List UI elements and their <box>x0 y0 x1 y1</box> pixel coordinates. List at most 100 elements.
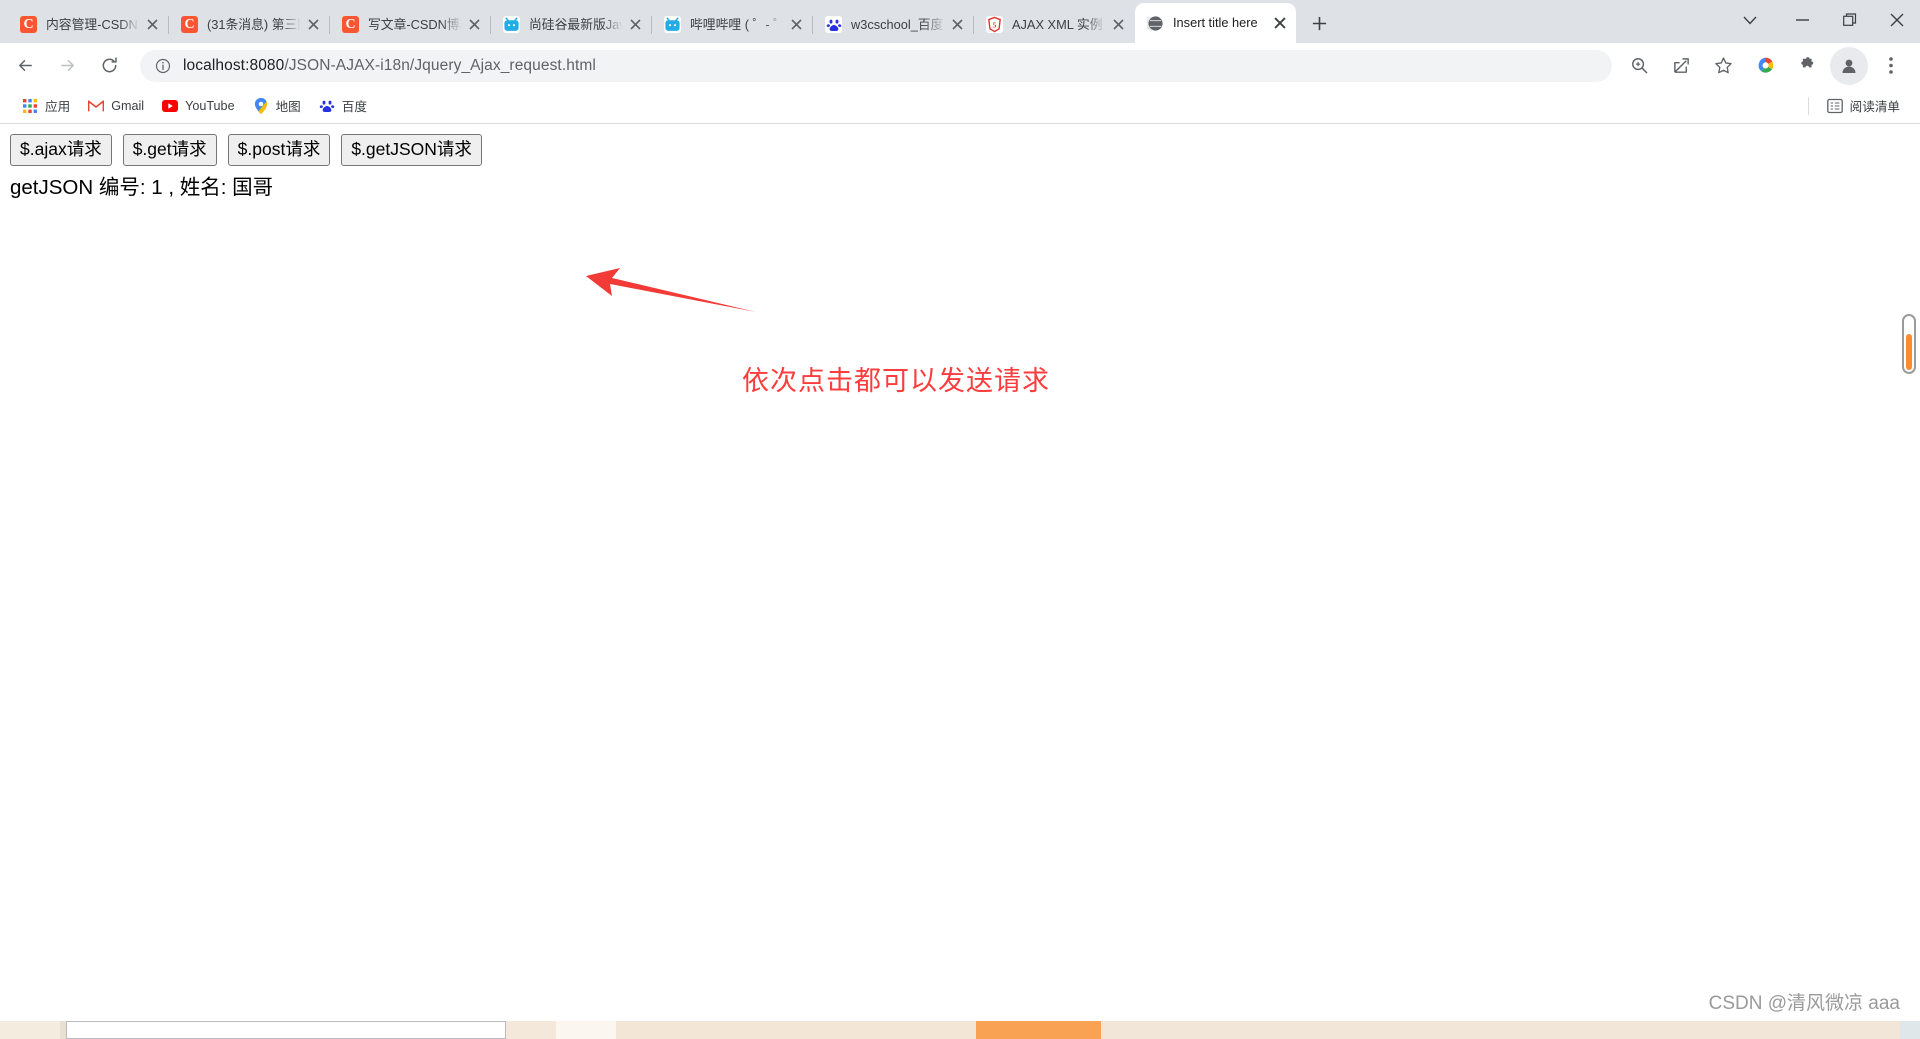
tab-close-icon[interactable] <box>947 14 968 35</box>
bookmark-label: 地图 <box>275 100 301 114</box>
restore-icon[interactable] <box>1826 0 1873 40</box>
tab-title: (31条消息) 第三阶段 <box>207 16 301 32</box>
tab-close-icon[interactable] <box>786 14 807 35</box>
bilibili-icon <box>503 16 520 33</box>
bookmarks-bar: 应用 Gmail YouTube 地图 百度 阅读清单 <box>0 88 1920 124</box>
post-request-button[interactable]: $.post请求 <box>227 134 331 166</box>
globe-icon <box>1147 15 1164 32</box>
forward-arrow-icon[interactable] <box>48 47 86 85</box>
request-buttons-row: $.ajax请求 $.get请求 $.post请求 $.getJSON请求 <box>10 134 1920 166</box>
tab-title: AJAX XML 实例 <box>1012 16 1103 32</box>
scroll-indicator-fill <box>1906 334 1912 370</box>
bg-seg <box>1900 1021 1920 1039</box>
info-circle-icon[interactable] <box>154 57 172 75</box>
browser-tab-4[interactable]: 尚硅谷最新版JavaWeb <box>491 6 652 43</box>
tab-title: 哔哩哔哩 ( ゜- ゜)つ <box>690 16 784 32</box>
baidu-paw-icon <box>319 98 335 114</box>
bookmark-star-icon[interactable] <box>1704 47 1742 85</box>
bg-seg <box>556 1021 616 1039</box>
bookmark-label: 百度 <box>341 100 367 114</box>
browser-tab-2[interactable]: C (31条消息) 第三阶段 <box>169 6 330 43</box>
new-tab-button[interactable] <box>1302 6 1336 40</box>
browser-tab-8-active[interactable]: Insert title here <box>1135 3 1296 43</box>
tab-title: 内容管理-CSDN博客 <box>46 16 140 32</box>
reload-icon[interactable] <box>90 47 128 85</box>
bg-seg <box>976 1021 1101 1039</box>
bookmark-baidu[interactable]: 百度 <box>311 93 375 119</box>
browser-tab-6[interactable]: w3cschool_百度搜索 <box>813 6 974 43</box>
tab-title: 尚硅谷最新版JavaWeb <box>529 16 623 32</box>
tab-title: Insert title here <box>1173 15 1258 31</box>
three-dot-menu-icon[interactable] <box>1872 47 1910 85</box>
ajax-result-text: getJSON 编号: 1 , 姓名: 国哥 <box>10 175 274 199</box>
bg-seg <box>66 1021 506 1039</box>
browser-toolbar: localhost:8080/JSON-AJAX-i18n/Jquery_Aja… <box>0 43 1920 88</box>
chevron-down-icon[interactable] <box>1721 0 1779 40</box>
getjson-request-button[interactable]: $.getJSON请求 <box>341 134 482 166</box>
minimize-icon[interactable] <box>1779 0 1826 40</box>
bookmark-youtube[interactable]: YouTube <box>154 93 243 119</box>
tab-title: w3cschool_百度搜索 <box>851 16 945 32</box>
url-host: localhost:8080 <box>183 56 285 74</box>
background-window-peek <box>0 1021 1920 1039</box>
red-note-annotation: 依次点击都可以发送请求 <box>742 366 1050 396</box>
browser-tab-7[interactable]: 5 AJAX XML 实例 <box>974 6 1135 43</box>
tab-close-icon[interactable] <box>464 14 485 35</box>
address-bar[interactable]: localhost:8080/JSON-AJAX-i18n/Jquery_Aja… <box>140 49 1612 82</box>
bg-seg <box>616 1021 976 1039</box>
back-arrow-icon[interactable] <box>6 47 44 85</box>
bookmark-maps[interactable]: 地图 <box>245 93 309 119</box>
google-profile-icon[interactable] <box>1746 47 1784 85</box>
apps-grid-icon <box>22 98 38 114</box>
tab-close-icon[interactable] <box>1269 13 1290 34</box>
reading-list-label: 阅读清单 <box>1849 100 1900 114</box>
tab-close-icon[interactable] <box>625 14 646 35</box>
bookmark-label: Gmail <box>111 98 145 113</box>
red-arrow-annotation <box>578 264 758 316</box>
bookmark-gmail[interactable]: Gmail <box>80 93 152 119</box>
ajax-request-button[interactable]: $.ajax请求 <box>10 134 112 166</box>
bookmark-label: 应用 <box>45 100 71 114</box>
page-viewport: $.ajax请求 $.get请求 $.post请求 $.getJSON请求 ge… <box>0 124 1920 1039</box>
bg-seg <box>0 1021 60 1039</box>
maps-pin-icon <box>253 97 269 114</box>
gmail-icon <box>88 98 105 114</box>
toolbar-right-icons <box>1744 46 1912 85</box>
bilibili-icon <box>664 16 681 33</box>
csdn-icon: C <box>342 16 359 33</box>
tab-title: 写文章-CSDN博客 <box>368 16 462 32</box>
csdn-watermark: CSDN @清风微凉 aaa <box>1708 993 1900 1014</box>
bookmark-apps[interactable]: 应用 <box>14 93 78 119</box>
reading-list-button[interactable]: 阅读清单 <box>1819 93 1908 119</box>
tab-close-icon[interactable] <box>142 14 163 35</box>
tab-strip: C 内容管理-CSDN博客 C (31条消息) 第三阶段 C 写文章-CSDN博… <box>0 0 1920 43</box>
page-content: $.ajax请求 $.get请求 $.post请求 $.getJSON请求 ge… <box>0 124 1920 200</box>
close-icon[interactable] <box>1873 0 1920 40</box>
get-request-button[interactable]: $.get请求 <box>122 134 217 166</box>
extensions-puzzle-icon[interactable] <box>1788 47 1826 85</box>
baidu-icon <box>825 16 842 33</box>
tabs-container: C 内容管理-CSDN博客 C (31条消息) 第三阶段 C 写文章-CSDN博… <box>0 0 1336 43</box>
browser-tab-1[interactable]: C 内容管理-CSDN博客 <box>8 6 169 43</box>
browser-tab-3[interactable]: C 写文章-CSDN博客 <box>330 6 491 43</box>
bg-seg <box>506 1021 556 1039</box>
csdn-icon: C <box>20 16 37 33</box>
bookmarks-divider <box>1807 96 1809 115</box>
bookmark-label: YouTube <box>185 98 235 113</box>
share-icon[interactable] <box>1662 47 1700 85</box>
reading-list-icon <box>1826 98 1843 114</box>
url-path: /JSON-AJAX-i18n/Jquery_Ajax_request.html <box>284 56 596 74</box>
browser-window: C 内容管理-CSDN博客 C (31条消息) 第三阶段 C 写文章-CSDN博… <box>0 0 1920 1039</box>
svg-text:5: 5 <box>993 20 997 29</box>
w3cschool-icon: 5 <box>986 16 1003 33</box>
tab-close-icon[interactable] <box>1108 14 1129 35</box>
scroll-indicator[interactable] <box>1902 314 1916 374</box>
bg-seg <box>1101 1021 1900 1039</box>
tab-close-icon[interactable] <box>303 14 324 35</box>
browser-tab-5[interactable]: 哔哩哔哩 ( ゜- ゜)つ <box>652 6 813 43</box>
account-avatar-icon[interactable] <box>1830 46 1868 85</box>
zoom-in-icon[interactable] <box>1620 47 1658 85</box>
address-bar-url: localhost:8080/JSON-AJAX-i18n/Jquery_Aja… <box>183 57 596 75</box>
omnibox-actions <box>1618 47 1744 85</box>
window-controls <box>1721 0 1920 40</box>
